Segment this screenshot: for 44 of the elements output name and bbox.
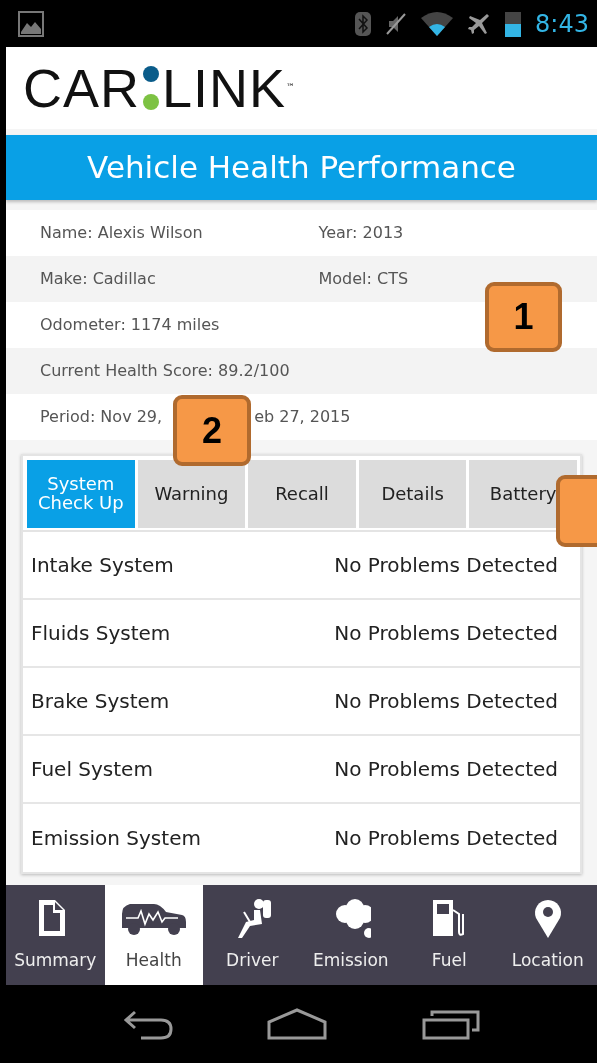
trademark: ™	[286, 81, 296, 94]
system-name: Fuel System	[31, 756, 153, 783]
info-text: Odometer: 1174 miles	[40, 314, 221, 336]
tab[interactable]: Recall	[248, 460, 356, 528]
info-text: Name: Alexis Wilson	[40, 222, 204, 244]
nav-tab[interactable]: Summary	[6, 885, 105, 985]
info-text: Current Health Score: 89.2/100	[40, 360, 291, 382]
callout-tooltip: 1	[485, 282, 562, 352]
system-status: No Problems Detected	[334, 756, 558, 783]
nav-tab[interactable]: Health	[104, 885, 203, 985]
system-status: No Problems Detected	[334, 688, 558, 715]
nav-tab[interactable]: Fuel	[400, 885, 499, 985]
system-name: Emission System	[31, 825, 201, 852]
bluetooth-icon	[355, 11, 372, 36]
callout-tooltip: 2	[173, 395, 251, 466]
battery-icon	[505, 10, 522, 37]
info-text: Period: Nov 29,	[40, 406, 163, 428]
system-name: Fluids System	[31, 620, 171, 647]
airplane-icon	[467, 11, 492, 36]
logo-text: CAR	[23, 61, 140, 115]
system-name: Intake System	[31, 552, 174, 579]
recent-apps-icon[interactable]	[421, 1008, 480, 1040]
nav-tab[interactable]: Emission	[301, 885, 400, 985]
home-icon[interactable]	[267, 1008, 328, 1040]
tab[interactable]: Details	[358, 460, 467, 528]
system-status: No Problems Detected	[334, 620, 558, 647]
system-status: No Problems Detected	[334, 552, 558, 579]
logo-dots-icon	[140, 64, 162, 112]
wifi-icon	[421, 11, 454, 36]
picture-icon	[18, 10, 44, 37]
back-icon[interactable]	[123, 1008, 174, 1040]
tab[interactable]: Warning	[137, 460, 246, 528]
nav-tab[interactable]: Driver	[203, 885, 302, 985]
info-text: Model: CTS	[318, 268, 410, 290]
system-status: No Problems Detected	[334, 825, 558, 852]
page-title: Vehicle Health Performance	[6, 135, 597, 200]
status-time: 8:43	[535, 11, 589, 36]
info-text: Make: Cadillac	[40, 268, 157, 290]
nav-tab[interactable]: Location	[498, 885, 597, 985]
info-text: Year: 2013	[318, 222, 405, 244]
info-text: eb 27, 2015	[254, 406, 351, 428]
system-name: Brake System	[31, 688, 170, 715]
mute-icon	[385, 11, 408, 36]
logo-text: LINK	[162, 61, 287, 115]
